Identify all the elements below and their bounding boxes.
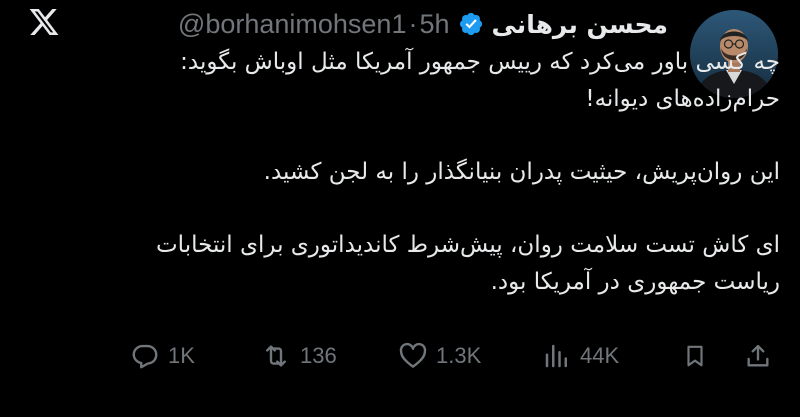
like-count: 1.3K	[436, 343, 482, 368]
tweet-paragraph: ای کاش تست سلامت روان، پیش‌شرط کاندیداتو…	[156, 232, 780, 295]
bookmark-button[interactable]	[682, 336, 708, 376]
share-button[interactable]	[744, 336, 772, 376]
verified-badge-icon	[459, 12, 482, 36]
tweet-timestamp[interactable]: 5h	[419, 9, 449, 39]
like-button[interactable]: 1.3K	[398, 336, 481, 376]
share-icon	[747, 344, 769, 367]
views-count: 44K	[580, 343, 620, 368]
heart-icon	[399, 342, 427, 368]
x-logo-icon[interactable]	[28, 6, 60, 38]
author-handle-and-time: @borhanimohsen1·5h	[178, 9, 450, 40]
tweet-text: چه کسی باور می‌کرد که رییس جمهور آمریکا …	[120, 44, 780, 301]
views-button[interactable]: 44K	[542, 336, 619, 376]
reply-icon	[132, 344, 158, 369]
tweet-paragraph: چه کسی باور می‌کرد که رییس جمهور آمریکا …	[180, 49, 780, 112]
action-bar: 1K 136 1.3K 44K	[130, 336, 778, 376]
tweet-header: محسن برهانی @borhanimohsen1·5h	[178, 4, 668, 44]
separator-dot: ·	[408, 8, 418, 39]
bookmark-icon	[687, 345, 703, 367]
reply-button[interactable]: 1K	[130, 336, 195, 376]
tweet-card: محسن برهانی @borhanimohsen1·5h چه کسی با…	[0, 0, 800, 417]
author-handle[interactable]: @borhanimohsen1	[178, 9, 407, 39]
author-display-name[interactable]: محسن برهانی	[492, 10, 668, 39]
views-icon	[545, 344, 567, 368]
repost-icon	[266, 345, 286, 367]
tweet-paragraph: این روان‌پریش، حیثیت پدران بنیانگذار را …	[263, 159, 780, 185]
repost-count: 136	[300, 343, 337, 368]
repost-button[interactable]: 136	[260, 336, 337, 376]
reply-count: 1K	[168, 343, 195, 368]
